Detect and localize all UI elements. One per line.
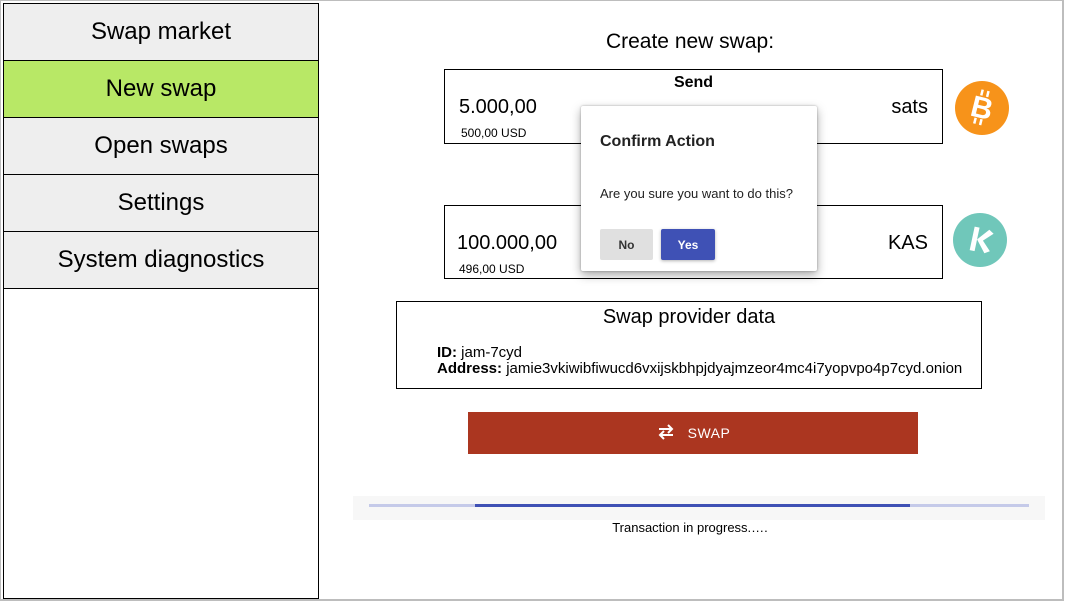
progress-track xyxy=(369,504,1029,507)
send-unit: sats xyxy=(891,96,928,118)
dialog-message: Are you sure you want to do this? xyxy=(600,186,793,201)
provider-address-value: jamie3vkiwibfiwucd6vxijskbhpjdyajmzeor4m… xyxy=(506,360,963,377)
receive-usd-value: 496,00 USD xyxy=(459,262,525,276)
sidebar-item-system-diagnostics[interactable]: System diagnostics xyxy=(4,232,318,289)
progress-status-text: Transaction in progress.…. xyxy=(612,520,768,535)
send-title: Send xyxy=(673,74,714,91)
sidebar-item-label: Open swaps xyxy=(94,132,228,159)
progress-bar xyxy=(353,496,1045,520)
dialog-title: Confirm Action xyxy=(600,133,715,150)
send-usd-value: 500,00 USD xyxy=(461,126,527,140)
swap-arrows-icon xyxy=(656,423,676,443)
provider-address-label: Address: xyxy=(437,360,503,377)
sidebar-item-swap-market[interactable]: Swap market xyxy=(4,4,318,61)
sidebar-item-new-swap[interactable]: New swap xyxy=(4,61,318,118)
no-button[interactable]: No xyxy=(600,229,653,260)
send-amount-input[interactable]: 5.000,00 xyxy=(459,96,537,119)
provider-panel: Swap provider data ID: jam-7cyd Address:… xyxy=(396,301,982,389)
confirm-dialog: Confirm Action Are you sure you want to … xyxy=(581,106,817,271)
sidebar-item-settings[interactable]: Settings xyxy=(4,175,318,232)
main-panel: Create new swap: Send 5.000,00 500,00 US… xyxy=(319,3,1061,599)
sidebar-item-open-swaps[interactable]: Open swaps xyxy=(4,118,318,175)
provider-id-label: ID: xyxy=(437,344,457,361)
provider-title: Swap provider data xyxy=(602,306,776,328)
yes-button[interactable]: Yes xyxy=(661,229,715,260)
sidebar-item-label: System diagnostics xyxy=(57,246,265,273)
sidebar: Swap market New swap Open swaps Settings… xyxy=(3,3,319,599)
progress-fill xyxy=(474,504,911,507)
sidebar-item-label: New swap xyxy=(105,75,217,102)
provider-address-line: Address: jamie3vkiwibfiwucd6vxijskbhpjdy… xyxy=(437,360,962,377)
receive-unit: KAS xyxy=(887,232,928,254)
sidebar-item-label: Settings xyxy=(117,189,205,216)
kaspa-icon xyxy=(953,213,1007,267)
receive-amount-input[interactable]: 100.000,00 xyxy=(457,232,557,255)
page-title: Create new swap: xyxy=(605,30,775,53)
sidebar-item-label: Swap market xyxy=(90,18,232,45)
bitcoin-icon: B xyxy=(955,81,1009,135)
swap-button[interactable]: SWAP xyxy=(468,412,918,454)
swap-button-label: SWAP xyxy=(687,425,731,441)
provider-id-line: ID: jam-7cyd xyxy=(437,344,522,361)
provider-id-value: jam-7cyd xyxy=(461,344,523,361)
